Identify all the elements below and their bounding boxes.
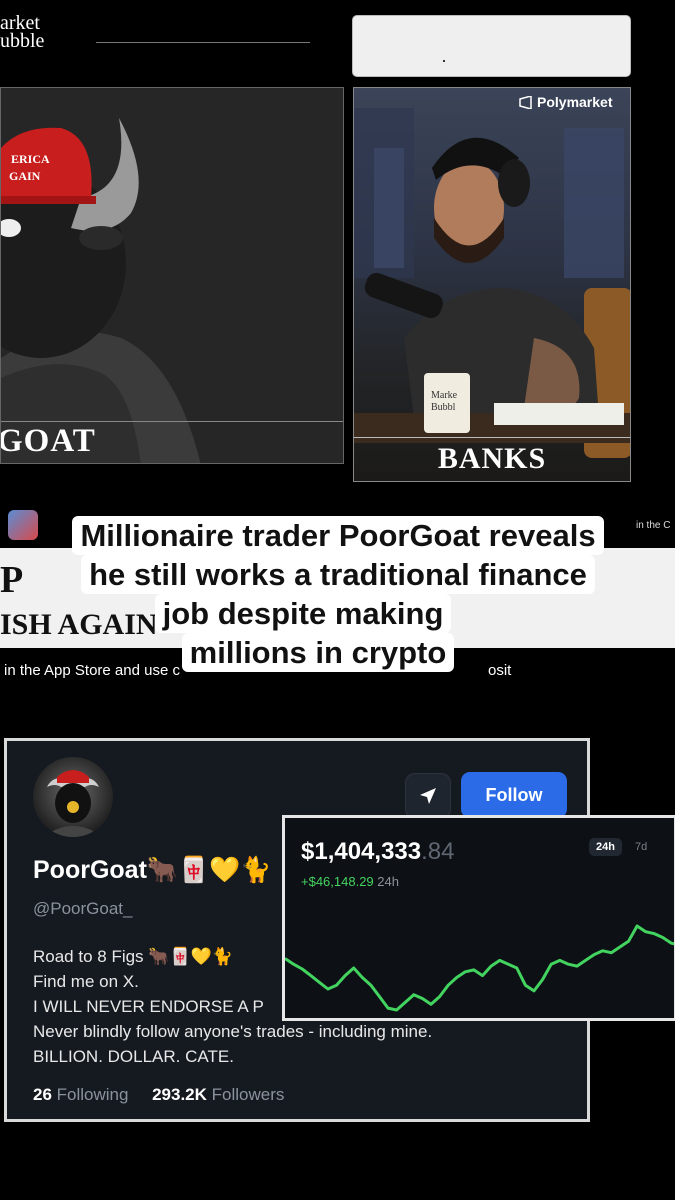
pnl-change-amount: +$46,148.29: [301, 874, 374, 889]
left-video-panel: ERICA GAIN GOAT: [0, 87, 344, 464]
top-banner: [352, 15, 631, 77]
bio-line-5: BILLION. DOLLAR. CATE.: [33, 1047, 234, 1066]
hat-text-1: ERICA: [11, 152, 50, 166]
divider: [96, 42, 310, 43]
following-link[interactable]: 26 Following: [33, 1085, 128, 1104]
timeframe-tabs: 24h 7d: [589, 838, 654, 856]
followers-label: Followers: [211, 1085, 285, 1104]
left-panel-caption: GOAT: [0, 423, 96, 459]
podcast-guest-scene: Marke Bubbl: [354, 108, 630, 458]
tab-7d[interactable]: 7d: [628, 838, 654, 856]
avatar-bull-icon: [43, 770, 103, 837]
tab-24h[interactable]: 24h: [589, 838, 622, 856]
pnl-change-period: 24h: [377, 874, 399, 889]
following-label: Following: [56, 1085, 129, 1104]
followers-link[interactable]: 293.2K Followers: [152, 1085, 284, 1104]
corner-fragment: in the C: [636, 520, 671, 531]
pnl-series-line: [285, 924, 674, 1012]
portfolio-value-main: $1,404,333: [301, 838, 422, 865]
logo-line-2: ubble: [0, 30, 45, 52]
headline-line-3: job despite making: [154, 594, 452, 633]
headline-line-1: Millionaire trader PoorGoat reveals: [72, 516, 604, 555]
mug-text-1: Marke: [431, 390, 458, 401]
headline-line-2: he still works a traditional finance: [81, 555, 595, 594]
share-button[interactable]: [405, 773, 451, 819]
send-icon: [420, 788, 436, 804]
followers-count: 293.2K: [152, 1085, 207, 1104]
app-icon: [8, 510, 38, 540]
right-panel-caption: BANKS: [437, 442, 547, 475]
bio-line-4: Never blindly follow anyone's trades - i…: [33, 1022, 433, 1041]
avatar[interactable]: [33, 757, 113, 837]
strip-big-letter: P: [0, 559, 24, 601]
hat-text-2: GAIN: [9, 169, 41, 183]
headline-caption: Millionaire trader PoorGoat reveals he s…: [38, 516, 638, 672]
polymarket-icon: [519, 95, 532, 109]
portfolio-value: $1,404,333.84: [301, 838, 455, 866]
headline-line-4: millions in crypto: [181, 633, 455, 672]
portfolio-value-cents: .84: [421, 838, 455, 865]
follow-button[interactable]: Follow: [461, 772, 567, 818]
right-video-panel: Marke Bubbl Polymarket BANKS: [353, 87, 631, 482]
polymarket-label: Polymarket: [537, 94, 613, 110]
profile-handle[interactable]: @PoorGoat_: [33, 899, 132, 919]
bull-mascot-illustration: ERICA GAIN: [1, 118, 201, 463]
pnl-change: +$46,148.29 24h: [301, 874, 399, 889]
following-count: 26: [33, 1085, 52, 1104]
profile-stats: 26 Following 293.2K Followers: [33, 1085, 284, 1105]
pnl-widget: $1,404,333.84 +$46,148.29 24h 24h 7d: [282, 815, 675, 1021]
pnl-line-chart: [285, 924, 674, 1012]
profile-name: PoorGoat🐂🀄💛🐈: [33, 856, 272, 884]
market-bubble-logo: arket ubble: [0, 13, 60, 52]
polymarket-logo: Polymarket: [519, 94, 612, 110]
mug-text-2: Bubbl: [431, 402, 456, 413]
